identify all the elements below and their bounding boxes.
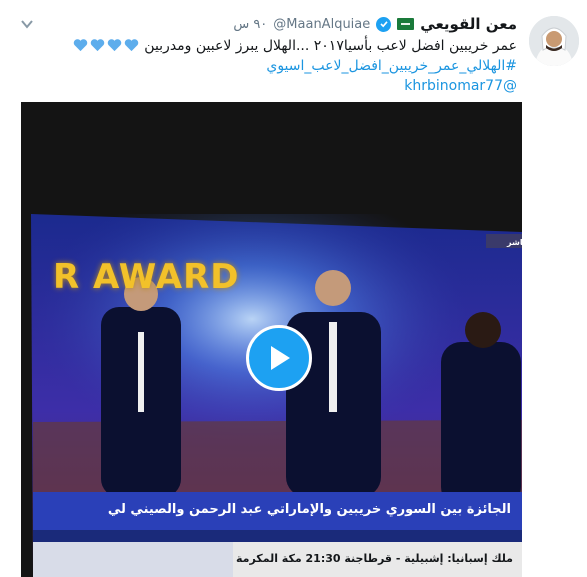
- blue-heart-icon: [90, 39, 105, 52]
- author-handle[interactable]: @MaanAlquiae: [273, 17, 370, 32]
- tweet-line-1-text: عمر خريبين افضل لاعب بأسيا٢٠١٧ ...الهلال…: [144, 38, 517, 54]
- mention-link[interactable]: @khrbinomar77: [47, 76, 517, 96]
- tweet-timestamp[interactable]: ٩٠ س: [233, 17, 267, 32]
- heart-emoji-group: [72, 36, 140, 56]
- play-icon: [271, 346, 290, 370]
- live-tag: مباشر: [507, 238, 522, 247]
- news-ticker: ملك إسبانيا: إشبيلية - قرطاجنة 21:30 مكة…: [235, 552, 513, 565]
- blue-heart-icon: [73, 39, 88, 52]
- blue-heart-icon: [107, 39, 122, 52]
- chevron-down-icon[interactable]: [20, 17, 34, 31]
- hashtag-link[interactable]: #الهلالي_عمر_خريبين_افضل_لاعب_اسيوي: [47, 56, 517, 76]
- play-button[interactable]: [246, 325, 312, 391]
- tweet-line-1: عمر خريبين افضل لاعب بأسيا٢٠١٧ ...الهلال…: [47, 36, 517, 56]
- video-caption: الجائزة بين السوري خريبين والإماراتي عبد…: [107, 502, 511, 517]
- saudi-flag-icon: [397, 18, 415, 30]
- blue-heart-icon: [124, 39, 139, 52]
- avatar[interactable]: [529, 16, 579, 66]
- tweet-header: معن القويعي @MaanAlquiae ٩٠ س: [233, 14, 517, 34]
- video-player[interactable]: R AWARD مباشر الجائزة بين السوري خريبين …: [21, 102, 522, 577]
- tweet-card: معن القويعي @MaanAlquiae ٩٠ س عمر خريبين…: [0, 0, 587, 577]
- tweet-text: عمر خريبين افضل لاعب بأسيا٢٠١٧ ...الهلال…: [47, 36, 517, 96]
- author-name[interactable]: معن القويعي: [420, 15, 517, 33]
- award-banner-text: R AWARD: [53, 257, 240, 297]
- verified-badge-icon: [376, 16, 392, 32]
